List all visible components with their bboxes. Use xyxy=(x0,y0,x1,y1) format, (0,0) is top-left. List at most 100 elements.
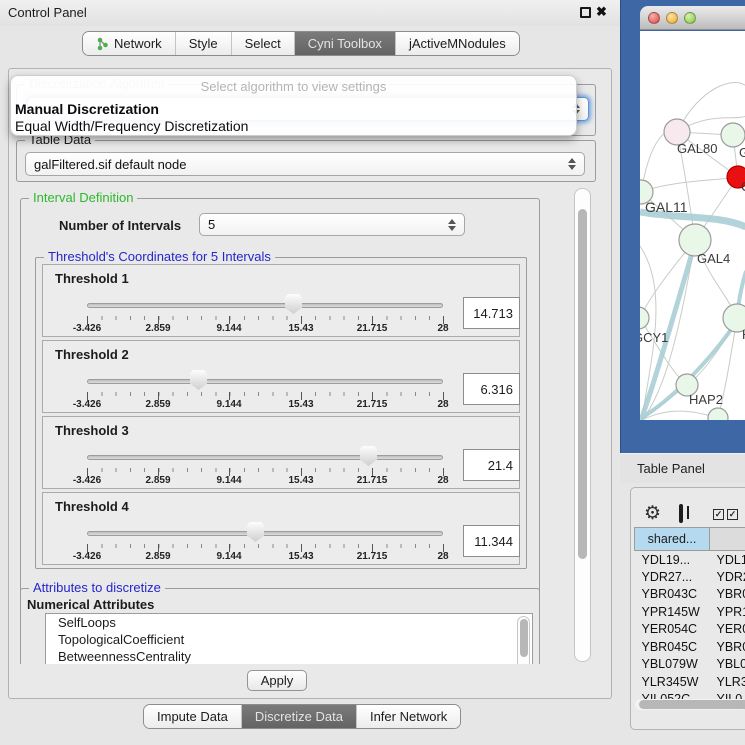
threshold-2-slider-track[interactable] xyxy=(87,379,443,384)
tick-label: -3.426 xyxy=(73,399,101,410)
tab-jactivemnodules[interactable]: jActiveMNodules xyxy=(395,32,519,55)
threshold-3-panel: Threshold 3 -3.426 2.859 9.144 15.43 21.… xyxy=(42,416,520,489)
tab-style[interactable]: Style xyxy=(175,32,231,55)
checkbox-icon[interactable]: ✓ xyxy=(713,509,724,520)
column-layout-icon[interactable] xyxy=(679,504,683,523)
tab-cyni-toolbox[interactable]: Cyni Toolbox xyxy=(294,32,395,55)
threshold-4-value-field[interactable]: 11.344 xyxy=(463,525,520,557)
algorithm-popup: Select algorithm to view settings Manual… xyxy=(10,75,577,136)
threshold-1-slider-thumb[interactable] xyxy=(285,294,302,314)
tick-label: 9.144 xyxy=(216,475,241,486)
threshold-1-value-field[interactable]: 14.713 xyxy=(463,297,520,329)
popup-hint: Select algorithm to view settings xyxy=(11,79,576,94)
tick-label: 9.144 xyxy=(216,323,241,334)
tick-label: 15.43 xyxy=(288,551,313,562)
slider-ticks xyxy=(87,468,444,472)
popup-option-equal-width[interactable]: Equal Width/Frequency Discretization xyxy=(15,118,569,134)
table-data-combo[interactable]: galFiltered.sif default node xyxy=(25,152,585,176)
tick-label: 2.859 xyxy=(145,551,170,562)
settings-scrollbar[interactable] xyxy=(574,188,591,662)
close-traffic-light-icon[interactable] xyxy=(648,12,660,24)
table-row[interactable]: YBR043CYBR0 xyxy=(635,586,745,604)
tab-discretize-data-label: Discretize Data xyxy=(255,709,343,724)
control-panel-titlebar: Control Panel ✖ xyxy=(0,0,620,26)
table-row[interactable]: YLR345WYLR3 xyxy=(635,673,745,691)
attributes-list-scrollbar[interactable] xyxy=(517,616,530,664)
threshold-1-panel: Threshold 1 -3.426 2.859 9.144 15.43 21.… xyxy=(42,264,520,337)
number-of-intervals-value: 5 xyxy=(208,217,215,232)
tick-label: 21.715 xyxy=(357,399,388,410)
minimize-traffic-light-icon[interactable] xyxy=(666,12,678,24)
network-node[interactable] xyxy=(640,307,649,329)
threshold-coordinates-group: Threshold's Coordinates for 5 Intervals … xyxy=(35,257,527,569)
threshold-2-label: Threshold 2 xyxy=(55,347,129,362)
table-data-value: galFiltered.sif default node xyxy=(34,157,186,172)
tick-label: -3.426 xyxy=(73,323,101,334)
network-window-titlebar[interactable] xyxy=(640,6,745,30)
table-row[interactable]: YER054CYER0 xyxy=(635,621,745,639)
threshold-4-slider-thumb[interactable] xyxy=(247,522,264,542)
tab-network[interactable]: Network xyxy=(83,32,175,55)
tick-label: 15.43 xyxy=(288,399,313,410)
table-panel-titlebar: Table Panel xyxy=(620,453,745,483)
list-item[interactable]: SelfLoops xyxy=(46,614,532,631)
tick-label: 15.43 xyxy=(288,323,313,334)
table-row[interactable]: YDL19...YDL1 xyxy=(635,551,745,569)
tick-label: 2.859 xyxy=(145,475,170,486)
tab-discretize-data[interactable]: Discretize Data xyxy=(241,705,356,728)
threshold-2-value-field[interactable]: 6.316 xyxy=(463,373,520,405)
network-node[interactable] xyxy=(708,408,728,420)
tick-label: 28 xyxy=(437,323,448,334)
node-label-gal4: GAL4 xyxy=(697,251,730,266)
tab-cyni-toolbox-label: Cyni Toolbox xyxy=(308,36,382,51)
apply-button[interactable]: Apply xyxy=(247,670,307,691)
float-window-icon[interactable] xyxy=(580,7,591,18)
threshold-3-slider-track[interactable] xyxy=(87,455,443,460)
combo-arrows-icon xyxy=(568,158,576,170)
table-row[interactable]: YDR27...YDR2 xyxy=(635,568,745,586)
tick-label: 28 xyxy=(437,399,448,410)
node-label-gal80: GAL80 xyxy=(677,141,717,156)
numerical-attributes-label: Numerical Attributes xyxy=(27,597,154,612)
popup-option-manual[interactable]: Manual Discretization xyxy=(15,101,569,117)
checkbox-icon[interactable]: ✓ xyxy=(727,509,738,520)
threshold-3-value-field[interactable]: 21.4 xyxy=(463,449,520,481)
network-graph: GAL80 GA C GAL11 GAL4 GCY1 H HAP2 xyxy=(640,31,745,420)
threshold-3-slider-thumb[interactable] xyxy=(360,446,377,466)
settings-scroll-viewport: Interval Definition Number of Intervals … xyxy=(14,186,598,664)
combo-arrows-icon xyxy=(448,219,456,231)
table-row[interactable]: YPR145WYPR1 xyxy=(635,603,745,621)
threshold-2-slider-thumb[interactable] xyxy=(190,370,207,390)
list-item[interactable]: BetweennessCentrality xyxy=(46,648,532,664)
tab-infer-network-label: Infer Network xyxy=(370,709,447,724)
threshold-4-slider-track[interactable] xyxy=(87,531,443,536)
close-icon[interactable]: ✖ xyxy=(596,4,607,15)
threshold-1-label: Threshold 1 xyxy=(55,271,129,286)
table-horizontal-scrollbar[interactable] xyxy=(635,699,745,710)
network-canvas[interactable]: GAL80 GA C GAL11 GAL4 GCY1 H HAP2 xyxy=(640,31,745,420)
table-row[interactable]: YBL079WYBL0 xyxy=(635,656,745,674)
list-item[interactable]: TopologicalCoefficient xyxy=(46,631,532,648)
network-node[interactable] xyxy=(721,123,745,147)
gear-icon[interactable]: ⚙ xyxy=(644,504,661,523)
tick-label: 9.144 xyxy=(216,399,241,410)
slider-ticks xyxy=(87,392,444,396)
tab-infer-network[interactable]: Infer Network xyxy=(356,705,460,728)
threshold-3-label: Threshold 3 xyxy=(55,423,129,438)
table-row[interactable]: YBR045CYBR0 xyxy=(635,638,745,656)
zoom-traffic-light-icon[interactable] xyxy=(684,12,696,24)
table-data-group: Table Data galFiltered.sif default node xyxy=(16,140,596,182)
tab-select[interactable]: Select xyxy=(231,32,294,55)
tab-impute-data[interactable]: Impute Data xyxy=(144,705,241,728)
tick-label: 21.715 xyxy=(357,323,388,334)
tab-select-label: Select xyxy=(245,36,281,51)
slider-ticks xyxy=(87,544,444,548)
tick-label: 15.43 xyxy=(288,475,313,486)
number-of-intervals-combo[interactable]: 5 xyxy=(199,213,465,236)
panel-title: Control Panel xyxy=(8,5,87,20)
column-header-name[interactable]: na... xyxy=(710,528,745,551)
column-header-shared-name[interactable]: shared... xyxy=(635,528,710,551)
tab-impute-data-label: Impute Data xyxy=(157,709,228,724)
tab-style-label: Style xyxy=(189,36,218,51)
threshold-1-slider-track[interactable] xyxy=(87,303,443,308)
